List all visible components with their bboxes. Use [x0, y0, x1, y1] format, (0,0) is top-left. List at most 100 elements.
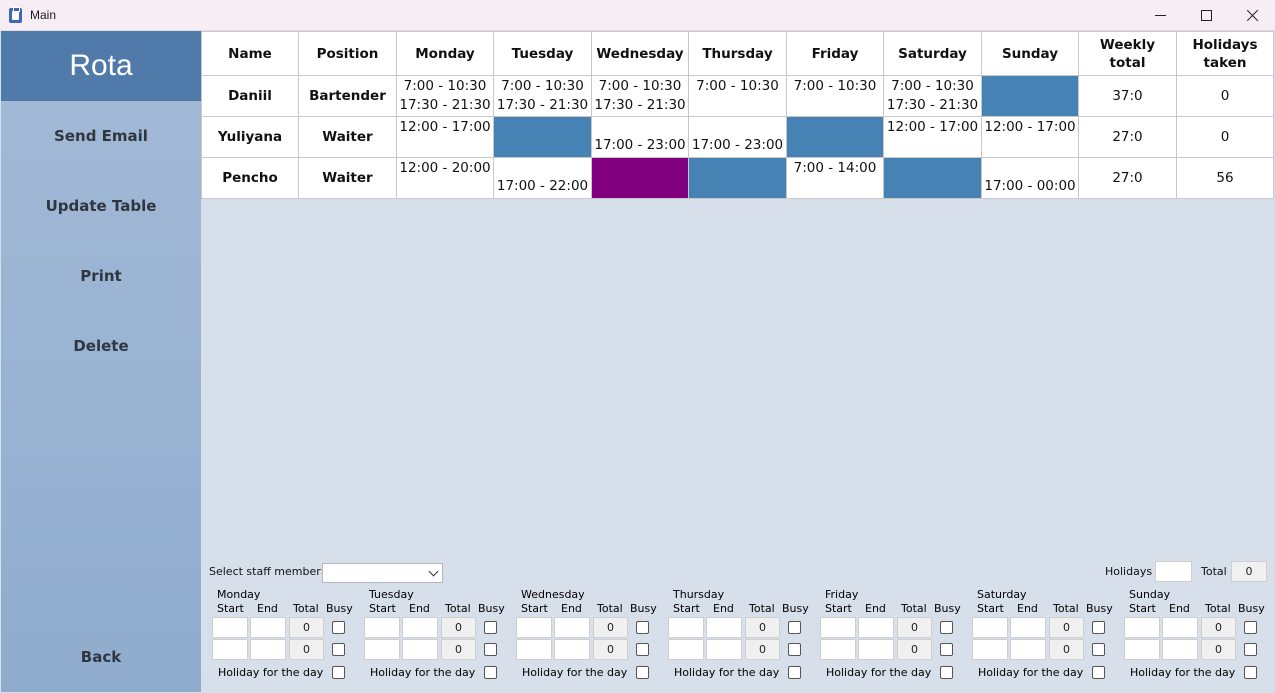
column-header-sunday[interactable]: Sunday [981, 31, 1079, 76]
start-time-input[interactable] [1124, 639, 1160, 660]
close-button[interactable] [1229, 0, 1275, 31]
back-button[interactable]: Back [1, 648, 201, 666]
cell-monday[interactable]: 12:00 - 20:00 [396, 157, 494, 199]
end-time-input[interactable] [1010, 617, 1046, 638]
cell-tuesday[interactable]: 7:00 - 10:30 17:30 - 21:30 [493, 75, 592, 117]
start-time-input[interactable] [820, 617, 856, 638]
minimize-button[interactable] [1137, 0, 1183, 31]
cell-thursday[interactable]: 7:00 - 10:30 [688, 75, 787, 117]
busy-checkbox[interactable] [1244, 643, 1257, 656]
start-time-input[interactable] [820, 639, 856, 660]
busy-checkbox[interactable] [636, 621, 649, 634]
busy-checkbox[interactable] [332, 643, 345, 656]
cell-saturday[interactable] [883, 157, 982, 199]
column-header-tuesday[interactable]: Tuesday [493, 31, 592, 76]
end-time-input[interactable] [858, 639, 894, 660]
end-time-input[interactable] [250, 617, 286, 638]
end-time-input[interactable] [554, 639, 590, 660]
end-time-input[interactable] [858, 617, 894, 638]
holiday-checkbox[interactable] [788, 666, 801, 679]
column-header-position[interactable]: Position [298, 31, 397, 76]
start-time-input[interactable] [212, 617, 248, 638]
busy-checkbox[interactable] [636, 643, 649, 656]
column-header-thursday[interactable]: Thursday [688, 31, 787, 76]
start-time-input[interactable] [364, 639, 400, 660]
cell-thursday[interactable]: 17:00 - 23:00 [688, 116, 787, 158]
cell-wednesday[interactable] [591, 157, 689, 199]
busy-checkbox[interactable] [788, 621, 801, 634]
cell-name[interactable]: Daniil [201, 75, 299, 117]
end-time-input[interactable] [706, 639, 742, 660]
holiday-checkbox[interactable] [332, 666, 345, 679]
cell-friday[interactable]: 7:00 - 14:00 [786, 157, 884, 199]
start-time-input[interactable] [516, 617, 552, 638]
cell-tuesday[interactable]: 17:00 - 22:00 [493, 157, 592, 199]
busy-checkbox[interactable] [1092, 621, 1105, 634]
cell-position[interactable]: Waiter [298, 116, 397, 158]
column-header-friday[interactable]: Friday [786, 31, 884, 76]
cell-tuesday[interactable] [493, 116, 592, 158]
cell-holidays-taken[interactable]: 56 [1176, 157, 1274, 199]
maximize-button[interactable] [1183, 0, 1229, 31]
cell-wednesday[interactable]: 7:00 - 10:30 17:30 - 21:30 [591, 75, 689, 117]
end-time-input[interactable] [706, 617, 742, 638]
cell-weekly-total[interactable]: 27:0 [1078, 157, 1177, 199]
busy-checkbox[interactable] [940, 643, 953, 656]
cell-monday[interactable]: 12:00 - 17:00 [396, 116, 494, 158]
table-row[interactable]: Daniil Bartender 7:00 - 10:30 17:30 - 21:30… [201, 75, 1274, 117]
cell-sunday[interactable]: 12:00 - 17:00 [981, 116, 1079, 158]
column-header-wednesday[interactable]: Wednesday [591, 31, 689, 76]
cell-monday[interactable]: 7:00 - 10:30 17:30 - 21:30 [396, 75, 494, 117]
cell-weekly-total[interactable]: 27:0 [1078, 116, 1177, 158]
cell-name[interactable]: Yuliyana [201, 116, 299, 158]
cell-wednesday[interactable]: 17:00 - 23:00 [591, 116, 689, 158]
busy-checkbox[interactable] [788, 643, 801, 656]
column-header-holidays-taken[interactable]: Holidays taken [1176, 31, 1274, 76]
cell-position[interactable]: Waiter [298, 157, 397, 199]
end-time-input[interactable] [402, 617, 438, 638]
busy-checkbox[interactable] [940, 621, 953, 634]
cell-sunday[interactable]: 17:00 - 00:00 [981, 157, 1079, 199]
cell-friday[interactable]: 7:00 - 10:30 [786, 75, 884, 117]
cell-saturday[interactable]: 7:00 - 10:30 17:30 - 21:30 [883, 75, 982, 117]
table-row[interactable]: Pencho Waiter 12:00 - 20:00 17:00 - 22:00 7:… [201, 157, 1274, 199]
cell-weekly-total[interactable]: 37:0 [1078, 75, 1177, 117]
end-time-input[interactable] [1162, 617, 1198, 638]
cell-thursday[interactable] [688, 157, 787, 199]
start-time-input[interactable] [668, 617, 704, 638]
start-time-input[interactable] [972, 639, 1008, 660]
busy-checkbox[interactable] [484, 621, 497, 634]
busy-checkbox[interactable] [1092, 643, 1105, 656]
holiday-checkbox[interactable] [484, 666, 497, 679]
update-table-button[interactable]: Update Table [1, 197, 201, 215]
busy-checkbox[interactable] [332, 621, 345, 634]
print-button[interactable]: Print [1, 267, 201, 285]
cell-holidays-taken[interactable]: 0 [1176, 75, 1274, 117]
holiday-checkbox[interactable] [636, 666, 649, 679]
start-time-input[interactable] [1124, 617, 1160, 638]
start-time-input[interactable] [212, 639, 248, 660]
busy-checkbox[interactable] [1244, 621, 1257, 634]
start-time-input[interactable] [668, 639, 704, 660]
cell-saturday[interactable]: 12:00 - 17:00 [883, 116, 982, 158]
table-row[interactable]: Yuliyana Waiter 12:00 - 17:00 17:00 - 23:00… [201, 116, 1274, 158]
cell-sunday[interactable] [981, 75, 1079, 117]
send-email-button[interactable]: Send Email [1, 127, 201, 145]
holiday-checkbox[interactable] [940, 666, 953, 679]
start-time-input[interactable] [972, 617, 1008, 638]
column-header-name[interactable]: Name [201, 31, 299, 76]
end-time-input[interactable] [1162, 639, 1198, 660]
end-time-input[interactable] [402, 639, 438, 660]
end-time-input[interactable] [554, 617, 590, 638]
staff-member-select[interactable] [322, 563, 443, 583]
end-time-input[interactable] [250, 639, 286, 660]
column-header-saturday[interactable]: Saturday [883, 31, 982, 76]
holidays-input[interactable] [1155, 561, 1192, 582]
end-time-input[interactable] [1010, 639, 1046, 660]
start-time-input[interactable] [364, 617, 400, 638]
cell-position[interactable]: Bartender [298, 75, 397, 117]
busy-checkbox[interactable] [484, 643, 497, 656]
delete-button[interactable]: Delete [1, 337, 201, 355]
holiday-checkbox[interactable] [1244, 666, 1257, 679]
cell-name[interactable]: Pencho [201, 157, 299, 199]
